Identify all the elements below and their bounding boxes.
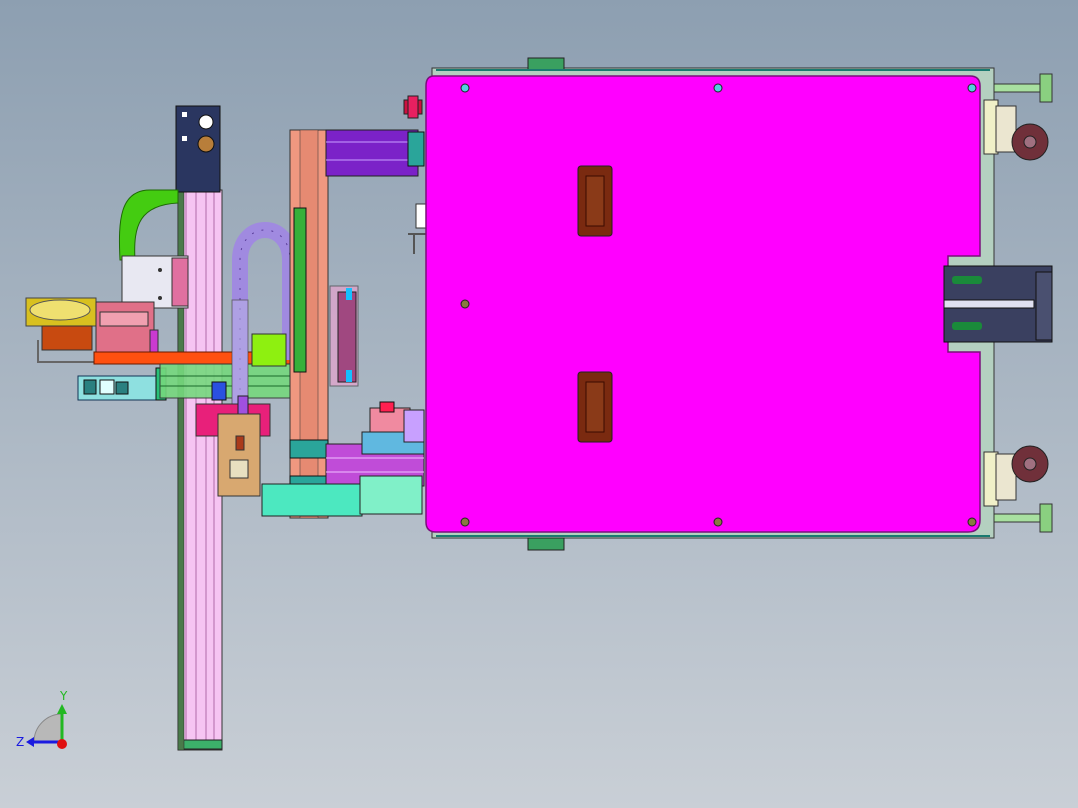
pink-base-block: [95, 301, 159, 355]
z-axis-label: Z: [16, 735, 24, 749]
motor-housing-box: [175, 105, 221, 193]
table-top-panel: [425, 75, 981, 533]
cad-model-view[interactable]: Y Z: [0, 0, 1078, 808]
y-axis-label: Y: [59, 689, 68, 703]
lime-sensor-block: [251, 333, 287, 367]
valve-module: [121, 255, 189, 309]
handle-upper: [577, 165, 613, 237]
cad-viewport[interactable]: Y Z: [0, 0, 1078, 808]
side-connector-box: [943, 265, 1053, 343]
main-vertical-rail: [289, 129, 329, 519]
upper-purple-beams: [325, 129, 425, 177]
x-axis-point-icon: [57, 739, 67, 749]
handle-lower: [577, 371, 613, 443]
middle-sensor-assembly: [329, 285, 359, 387]
